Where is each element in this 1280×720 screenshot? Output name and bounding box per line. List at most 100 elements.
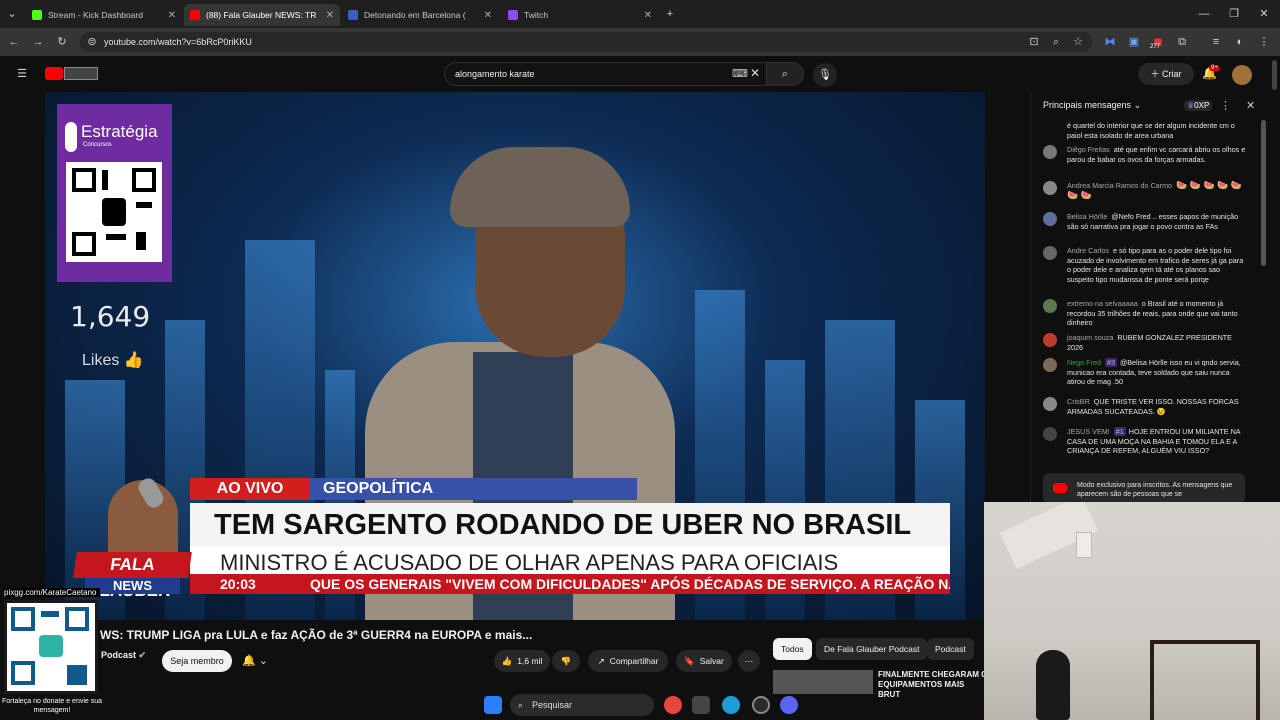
tab-youtube[interactable]: (88) Fala Glauber NEWS: TR ✕: [184, 4, 340, 26]
chat-author[interactable]: Nego Fred: [1067, 358, 1101, 367]
channel-name[interactable]: Podcast ✔: [101, 650, 146, 661]
tab-kick[interactable]: Stream - Kick Dashboard ✕: [26, 4, 182, 26]
chat-message: Andre Carlos e só tipo para as o poder de…: [1043, 246, 1248, 284]
new-tab-icon[interactable]: +: [662, 6, 678, 22]
recommended-thumbnail[interactable]: [773, 670, 873, 694]
page-icon: [348, 10, 358, 20]
close-icon[interactable]: ✕: [326, 10, 334, 21]
bell-icon[interactable]: 🔔 ⌄: [242, 654, 268, 667]
media-icon[interactable]: ≡: [1208, 34, 1224, 50]
dislike-button[interactable]: 👎: [552, 650, 580, 672]
tab-barcelona[interactable]: Detonando em Barcelona ( ✕: [342, 4, 498, 26]
extension-icon[interactable]: ▣: [1126, 34, 1142, 50]
forward-icon[interactable]: →: [30, 34, 46, 50]
site-info-icon[interactable]: ⊜: [84, 34, 100, 50]
bookmark-icon: 🔖: [684, 655, 695, 666]
chip-podcast[interactable]: Podcast: [927, 638, 974, 660]
channel-name-text: Podcast: [101, 650, 137, 660]
recommended-title[interactable]: FINALMENTE CHEGARAM O EQUIPAMENTOS MAIS …: [878, 670, 988, 700]
sponsor-subtitle: Concursos: [83, 142, 112, 148]
profile-icon[interactable]: ◐: [1232, 34, 1248, 50]
zoom-icon[interactable]: ⌕: [1048, 34, 1064, 50]
microphone: [1036, 650, 1070, 720]
chat-message: Andrea Marcia Ramos do Carmo 🍉 🍉 🍉 🍉 🍉 🍉 …: [1043, 180, 1248, 200]
extension-badge: 277: [1150, 44, 1161, 50]
search-button[interactable]: ⌕: [766, 62, 804, 86]
taskbar-search[interactable]: ⌕ Pesquisar: [510, 694, 654, 716]
discord-icon[interactable]: [780, 696, 798, 714]
minimize-icon[interactable]: —: [1196, 6, 1212, 22]
edge-icon[interactable]: [722, 696, 740, 714]
qr-module: [102, 170, 108, 190]
restore-icon[interactable]: ❐: [1226, 6, 1242, 22]
chat-message: extremo na selvaaaaa o Brasil até o momen…: [1043, 299, 1248, 328]
address-bar[interactable]: youtube.com/watch?v=6bRcP0riKKU: [80, 32, 1092, 52]
create-button[interactable]: ＋ Criar: [1138, 63, 1194, 85]
chip-todos[interactable]: Todos: [773, 638, 812, 660]
chat-author[interactable]: Diêgo Freitas: [1067, 145, 1110, 154]
youtube-logo-icon[interactable]: [45, 67, 63, 80]
share-button[interactable]: ↗ Compartilhar: [588, 650, 668, 672]
save-label: Salvar: [699, 656, 724, 666]
pix-caption: Fortaleça no donate e envie sua mensagem…: [2, 698, 103, 714]
qr-finder: [11, 661, 35, 685]
extension-icon[interactable]: ⧓: [1102, 34, 1118, 50]
reload-icon[interactable]: ↻: [54, 34, 70, 50]
clear-search-icon[interactable]: ✕: [750, 66, 760, 80]
chat-author[interactable]: Belisa Hörlle: [1067, 212, 1107, 221]
qr-logo: [102, 198, 126, 226]
notification-badge: 9+: [1209, 65, 1220, 71]
chat-author[interactable]: JESUS VEM!: [1067, 427, 1110, 436]
tab-label: Stream - Kick Dashboard: [48, 10, 143, 20]
close-window-icon[interactable]: ✕: [1256, 6, 1272, 22]
youtube-logo-text[interactable]: [64, 67, 98, 80]
qr-module: [106, 234, 126, 240]
chat-header[interactable]: Principais mensagens ⌄: [1043, 100, 1141, 111]
url-text: youtube.com/watch?v=6bRcP0riKKU: [104, 37, 252, 47]
more-actions-button[interactable]: ⋯: [738, 650, 760, 672]
hamburger-menu-icon[interactable]: ☰: [14, 66, 30, 82]
chat-author[interactable]: CrisBR: [1067, 397, 1090, 406]
chat-author[interactable]: Andre Carlos: [1067, 246, 1109, 255]
save-button[interactable]: 🔖 Salvar: [676, 650, 732, 672]
points-badge[interactable]: ♛0XP: [1184, 100, 1213, 111]
taskbar-search-label: Pesquisar: [532, 700, 573, 710]
chat-author[interactable]: joaquim souza: [1067, 333, 1113, 342]
chat-message: é quartel do interior que se der algum i…: [1043, 121, 1248, 140]
install-icon[interactable]: ⊡: [1026, 34, 1042, 50]
page-scrollbar[interactable]: [1272, 60, 1277, 90]
close-icon[interactable]: ✕: [644, 10, 652, 21]
live-label: AO VIVO: [190, 478, 310, 500]
back-icon[interactable]: ←: [6, 34, 22, 50]
voice-search-icon[interactable]: 🎙: [813, 63, 837, 87]
tab-twitch[interactable]: Twitch ✕: [502, 4, 658, 26]
tab-search-icon[interactable]: ⌄: [4, 6, 20, 22]
thumbs-up-icon: 👍: [501, 655, 513, 666]
extensions-puzzle-icon[interactable]: ⧉: [1174, 34, 1190, 50]
clapper-app-icon[interactable]: [692, 696, 710, 714]
chat-avatar: [1043, 299, 1057, 313]
avatar[interactable]: [1232, 65, 1252, 85]
chrome-icon[interactable]: [664, 696, 682, 714]
youtube-icon: [1053, 483, 1067, 493]
chevron-down-icon: ⌄: [1133, 100, 1142, 110]
windows-start-icon[interactable]: [484, 696, 502, 714]
bookmark-star-icon[interactable]: ☆: [1070, 34, 1086, 50]
chat-more-icon[interactable]: ⋮: [1220, 99, 1231, 112]
close-icon[interactable]: ✕: [168, 10, 176, 21]
chat-author[interactable]: extremo na selvaaaaa: [1067, 299, 1138, 308]
chip-channel[interactable]: De Fala Glauber Podcast: [816, 638, 928, 660]
pix-url: pixgg.com/KarateCaetano: [4, 588, 100, 597]
keyboard-icon[interactable]: ⌨: [732, 67, 748, 80]
pix-logo-icon: [39, 635, 63, 657]
obs-icon[interactable]: [752, 696, 770, 714]
like-button[interactable]: 👍 1,6 mil: [494, 650, 550, 672]
join-button[interactable]: Seja membro: [162, 650, 232, 672]
chat-scrollbar[interactable]: [1261, 120, 1266, 266]
tab-label: Twitch: [524, 10, 549, 20]
menu-dots-icon[interactable]: ⋮: [1256, 34, 1272, 50]
thumbs-down-icon: 👎: [560, 655, 572, 666]
chat-close-icon[interactable]: ✕: [1246, 99, 1255, 112]
show-logo: FALA GLAUBER: [73, 552, 192, 600]
close-icon[interactable]: ✕: [484, 10, 492, 21]
